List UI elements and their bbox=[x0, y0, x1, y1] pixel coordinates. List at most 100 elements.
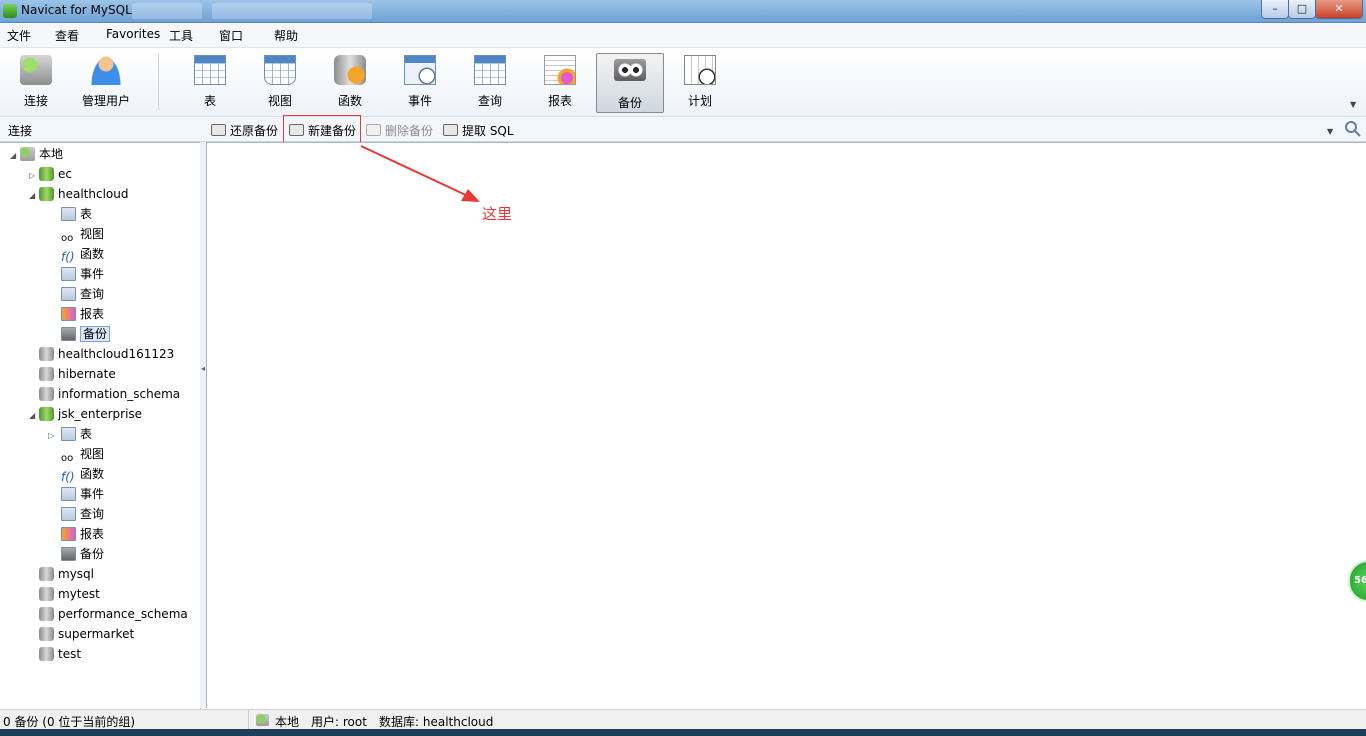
tree-node-tables[interactable]: ▷ 表 bbox=[48, 424, 92, 444]
annotation-text: 这里 bbox=[482, 205, 513, 223]
tree-label: 函数 bbox=[80, 247, 105, 261]
tree-node-db[interactable]: supermarket bbox=[29, 624, 134, 644]
tree-label: 备份 bbox=[80, 547, 105, 561]
tree-node-views[interactable]: oo 视图 bbox=[61, 224, 104, 244]
toolbar-query-button[interactable]: 查询 bbox=[457, 52, 523, 110]
tree-label: 备份 bbox=[80, 326, 111, 342]
toolbar-label: 报表 bbox=[547, 94, 572, 108]
expand-arrow-icon[interactable]: ◢ bbox=[29, 186, 39, 206]
tree-node-db[interactable]: mytest bbox=[29, 584, 100, 604]
tree-node-db[interactable]: test bbox=[29, 644, 81, 664]
tree-label: healthcloud161123 bbox=[58, 347, 175, 361]
extract-sql-button[interactable]: 提取 SQL bbox=[443, 122, 514, 139]
tree-node-db[interactable]: ◢ healthcloud bbox=[29, 184, 128, 204]
tree-node-db[interactable]: performance_schema bbox=[29, 604, 188, 624]
close-button[interactable]: ✕ bbox=[1315, 0, 1363, 19]
report-icon bbox=[61, 307, 76, 321]
tree-label: 本地 bbox=[39, 147, 64, 161]
menu-help[interactable]: 帮助 bbox=[274, 27, 298, 44]
tree-node-functions[interactable]: f() 函数 bbox=[61, 244, 104, 264]
query-icon bbox=[61, 507, 76, 521]
collapse-arrow-icon[interactable]: ▷ bbox=[48, 426, 61, 446]
backup-icon bbox=[614, 59, 646, 81]
tree-node-functions[interactable]: f() 函数 bbox=[61, 464, 104, 484]
tree-node-db[interactable]: ▷ ec bbox=[29, 164, 72, 184]
tree-node-reports[interactable]: 报表 bbox=[61, 524, 104, 544]
tree-node-db[interactable]: mysql bbox=[29, 564, 94, 584]
toolbar-schedule-button[interactable]: 计划 bbox=[667, 52, 733, 110]
user-icon bbox=[90, 55, 122, 85]
toolbar-manage-users-button[interactable]: 管理用户 bbox=[73, 52, 139, 110]
menu-tools[interactable]: 工具 bbox=[169, 27, 193, 44]
search-icon[interactable] bbox=[1344, 120, 1362, 138]
function-fx-icon: f() bbox=[61, 470, 75, 484]
menu-favorites[interactable]: Favorites bbox=[106, 27, 160, 41]
connection-icon bbox=[256, 714, 269, 726]
database-closed-icon bbox=[39, 607, 54, 621]
restore-backup-button[interactable]: 还原备份 bbox=[211, 122, 278, 139]
toolbar-event-button[interactable]: 事件 bbox=[387, 52, 453, 110]
tree-label: 事件 bbox=[80, 487, 105, 501]
tree-label: mytest bbox=[58, 587, 100, 601]
event-icon bbox=[61, 487, 76, 501]
restore-backup-icon bbox=[211, 124, 226, 136]
toolbar-backup-button[interactable]: 备份 bbox=[596, 53, 664, 113]
event-icon bbox=[404, 55, 436, 85]
toolbar-connection-button[interactable]: 连接 bbox=[3, 52, 69, 110]
tree-node-tables[interactable]: 表 bbox=[61, 204, 92, 224]
toolbar-function-button[interactable]: 函数 bbox=[317, 52, 383, 110]
subtoolbar-dropdown-icon[interactable]: ▼ bbox=[1327, 127, 1333, 136]
database-open-icon bbox=[39, 407, 54, 421]
backup-list-panel[interactable] bbox=[206, 142, 1366, 708]
toolbar-view-button[interactable]: 视图 bbox=[247, 52, 313, 110]
toolbar-label: 查询 bbox=[477, 94, 502, 108]
tree-node-backups[interactable]: 备份 bbox=[61, 544, 104, 564]
tree-node-events[interactable]: 事件 bbox=[61, 264, 104, 284]
menu-file[interactable]: 文件 bbox=[7, 27, 31, 44]
tree-node-db[interactable]: healthcloud161123 bbox=[29, 344, 174, 364]
toolbar-label: 视图 bbox=[267, 94, 292, 108]
schedule-icon bbox=[684, 55, 716, 85]
report-icon bbox=[61, 527, 76, 541]
tree-node-events[interactable]: 事件 bbox=[61, 484, 104, 504]
database-closed-icon bbox=[39, 627, 54, 641]
menu-view[interactable]: 查看 bbox=[55, 27, 79, 44]
collapse-arrow-icon[interactable]: ▷ bbox=[29, 166, 39, 186]
tree-label: 函数 bbox=[80, 467, 105, 481]
query-icon bbox=[61, 287, 76, 301]
minimize-button[interactable]: – bbox=[1261, 0, 1289, 19]
table-icon bbox=[61, 207, 76, 221]
tree-label: supermarket bbox=[58, 627, 135, 641]
tree-label: 表 bbox=[80, 207, 93, 221]
splitter-grip-icon[interactable]: ◂ bbox=[201, 364, 205, 376]
tree-node-views[interactable]: oo 视图 bbox=[61, 444, 104, 464]
tree-label: test bbox=[58, 647, 82, 661]
expand-arrow-icon[interactable]: ◢ bbox=[29, 406, 39, 426]
database-closed-icon bbox=[39, 647, 54, 661]
toolbar-overflow-icon[interactable]: ▼ bbox=[1350, 100, 1356, 109]
status-backup-count: 0 备份 (0 位于当前的组) bbox=[3, 715, 136, 729]
toolbar-report-button[interactable]: 报表 bbox=[527, 52, 593, 110]
tree-node-queries[interactable]: 查询 bbox=[61, 284, 104, 304]
tree-label: 视图 bbox=[80, 227, 105, 241]
extract-sql-label: 提取 SQL bbox=[462, 124, 514, 138]
maximize-button[interactable]: □ bbox=[1288, 0, 1316, 19]
query-icon bbox=[474, 55, 506, 85]
window-title: Navicat for MySQL bbox=[21, 3, 132, 17]
expand-arrow-icon[interactable]: ◢ bbox=[10, 146, 20, 166]
toolbar-label: 函数 bbox=[337, 94, 362, 108]
tree-node-db[interactable]: information_schema bbox=[29, 384, 180, 404]
menu-window[interactable]: 窗口 bbox=[219, 27, 243, 44]
tree-node-queries[interactable]: 查询 bbox=[61, 504, 104, 524]
toolbar-table-button[interactable]: 表 bbox=[177, 52, 243, 110]
tree-node-reports[interactable]: 报表 bbox=[61, 304, 104, 324]
delete-backup-button[interactable]: 删除备份 bbox=[366, 122, 433, 139]
tree-node-db[interactable]: hibernate bbox=[29, 364, 116, 384]
tree-node-db[interactable]: ◢ jsk_enterprise bbox=[29, 404, 142, 424]
tree-node-local[interactable]: ◢ 本地 bbox=[10, 144, 63, 164]
tree-label: information_schema bbox=[58, 387, 181, 401]
database-closed-icon bbox=[39, 387, 54, 401]
database-open-icon bbox=[39, 187, 54, 201]
tree-node-backups[interactable]: 备份 bbox=[61, 324, 111, 344]
object-toolbar: 连接 还原备份 新建备份 删除备份 提取 SQL ▼ bbox=[0, 117, 1366, 142]
